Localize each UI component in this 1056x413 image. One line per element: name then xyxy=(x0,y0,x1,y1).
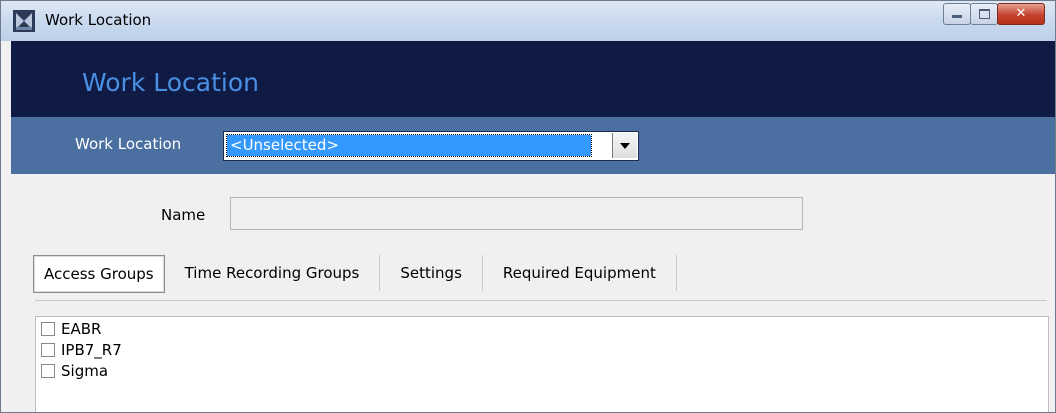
minimize-button[interactable] xyxy=(943,3,971,25)
list-item[interactable]: IPB7_R7 xyxy=(41,340,122,359)
page-title: Work Location xyxy=(82,68,259,97)
dropdown-selected-value[interactable]: <Unselected> xyxy=(226,134,592,157)
dropdown-arrow-button[interactable] xyxy=(612,133,637,158)
left-edge xyxy=(1,41,11,412)
list-item[interactable]: Sigma xyxy=(41,361,108,380)
caption-buttons: ✕ xyxy=(943,3,1045,25)
chevron-down-icon xyxy=(620,143,630,149)
list-item-label: IPB7_R7 xyxy=(61,340,122,359)
list-item-label: EABR xyxy=(61,319,102,338)
tab-divider xyxy=(675,255,677,291)
access-groups-list: EABR IPB7_R7 Sigma xyxy=(35,316,1049,412)
list-item[interactable]: EABR xyxy=(41,319,101,338)
tab-settings[interactable]: Settings xyxy=(380,255,482,291)
list-item-label: Sigma xyxy=(61,361,109,380)
work-location-label: Work Location xyxy=(75,135,182,153)
app-window: Work Location ✕ Work Location Work Locat… xyxy=(0,0,1056,413)
minimize-icon xyxy=(952,15,962,18)
close-button[interactable]: ✕ xyxy=(997,3,1045,25)
checkbox[interactable] xyxy=(41,321,55,336)
maximize-icon xyxy=(979,9,990,19)
tab-required-equipment[interactable]: Required Equipment xyxy=(483,255,676,291)
title-bar[interactable]: Work Location ✕ xyxy=(1,1,1055,42)
app-logo-icon xyxy=(13,10,35,32)
name-label: Name xyxy=(161,206,206,224)
tab-access-groups[interactable]: Access Groups xyxy=(33,255,165,293)
name-field[interactable] xyxy=(230,197,803,230)
work-location-dropdown[interactable]: <Unselected> xyxy=(223,131,639,161)
maximize-button[interactable] xyxy=(970,3,998,25)
close-icon: ✕ xyxy=(1015,6,1027,21)
tab-underline xyxy=(35,300,1047,301)
work-location-selector-bar: Work Location <Unselected> xyxy=(11,117,1055,174)
window-title: Work Location xyxy=(45,11,152,29)
checkbox[interactable] xyxy=(41,342,55,357)
checkbox[interactable] xyxy=(41,363,55,378)
tab-bar: Access Groups Time Recording Groups Sett… xyxy=(33,255,677,295)
tab-time-recording-groups[interactable]: Time Recording Groups xyxy=(165,255,380,291)
page-header: Work Location xyxy=(11,41,1055,117)
